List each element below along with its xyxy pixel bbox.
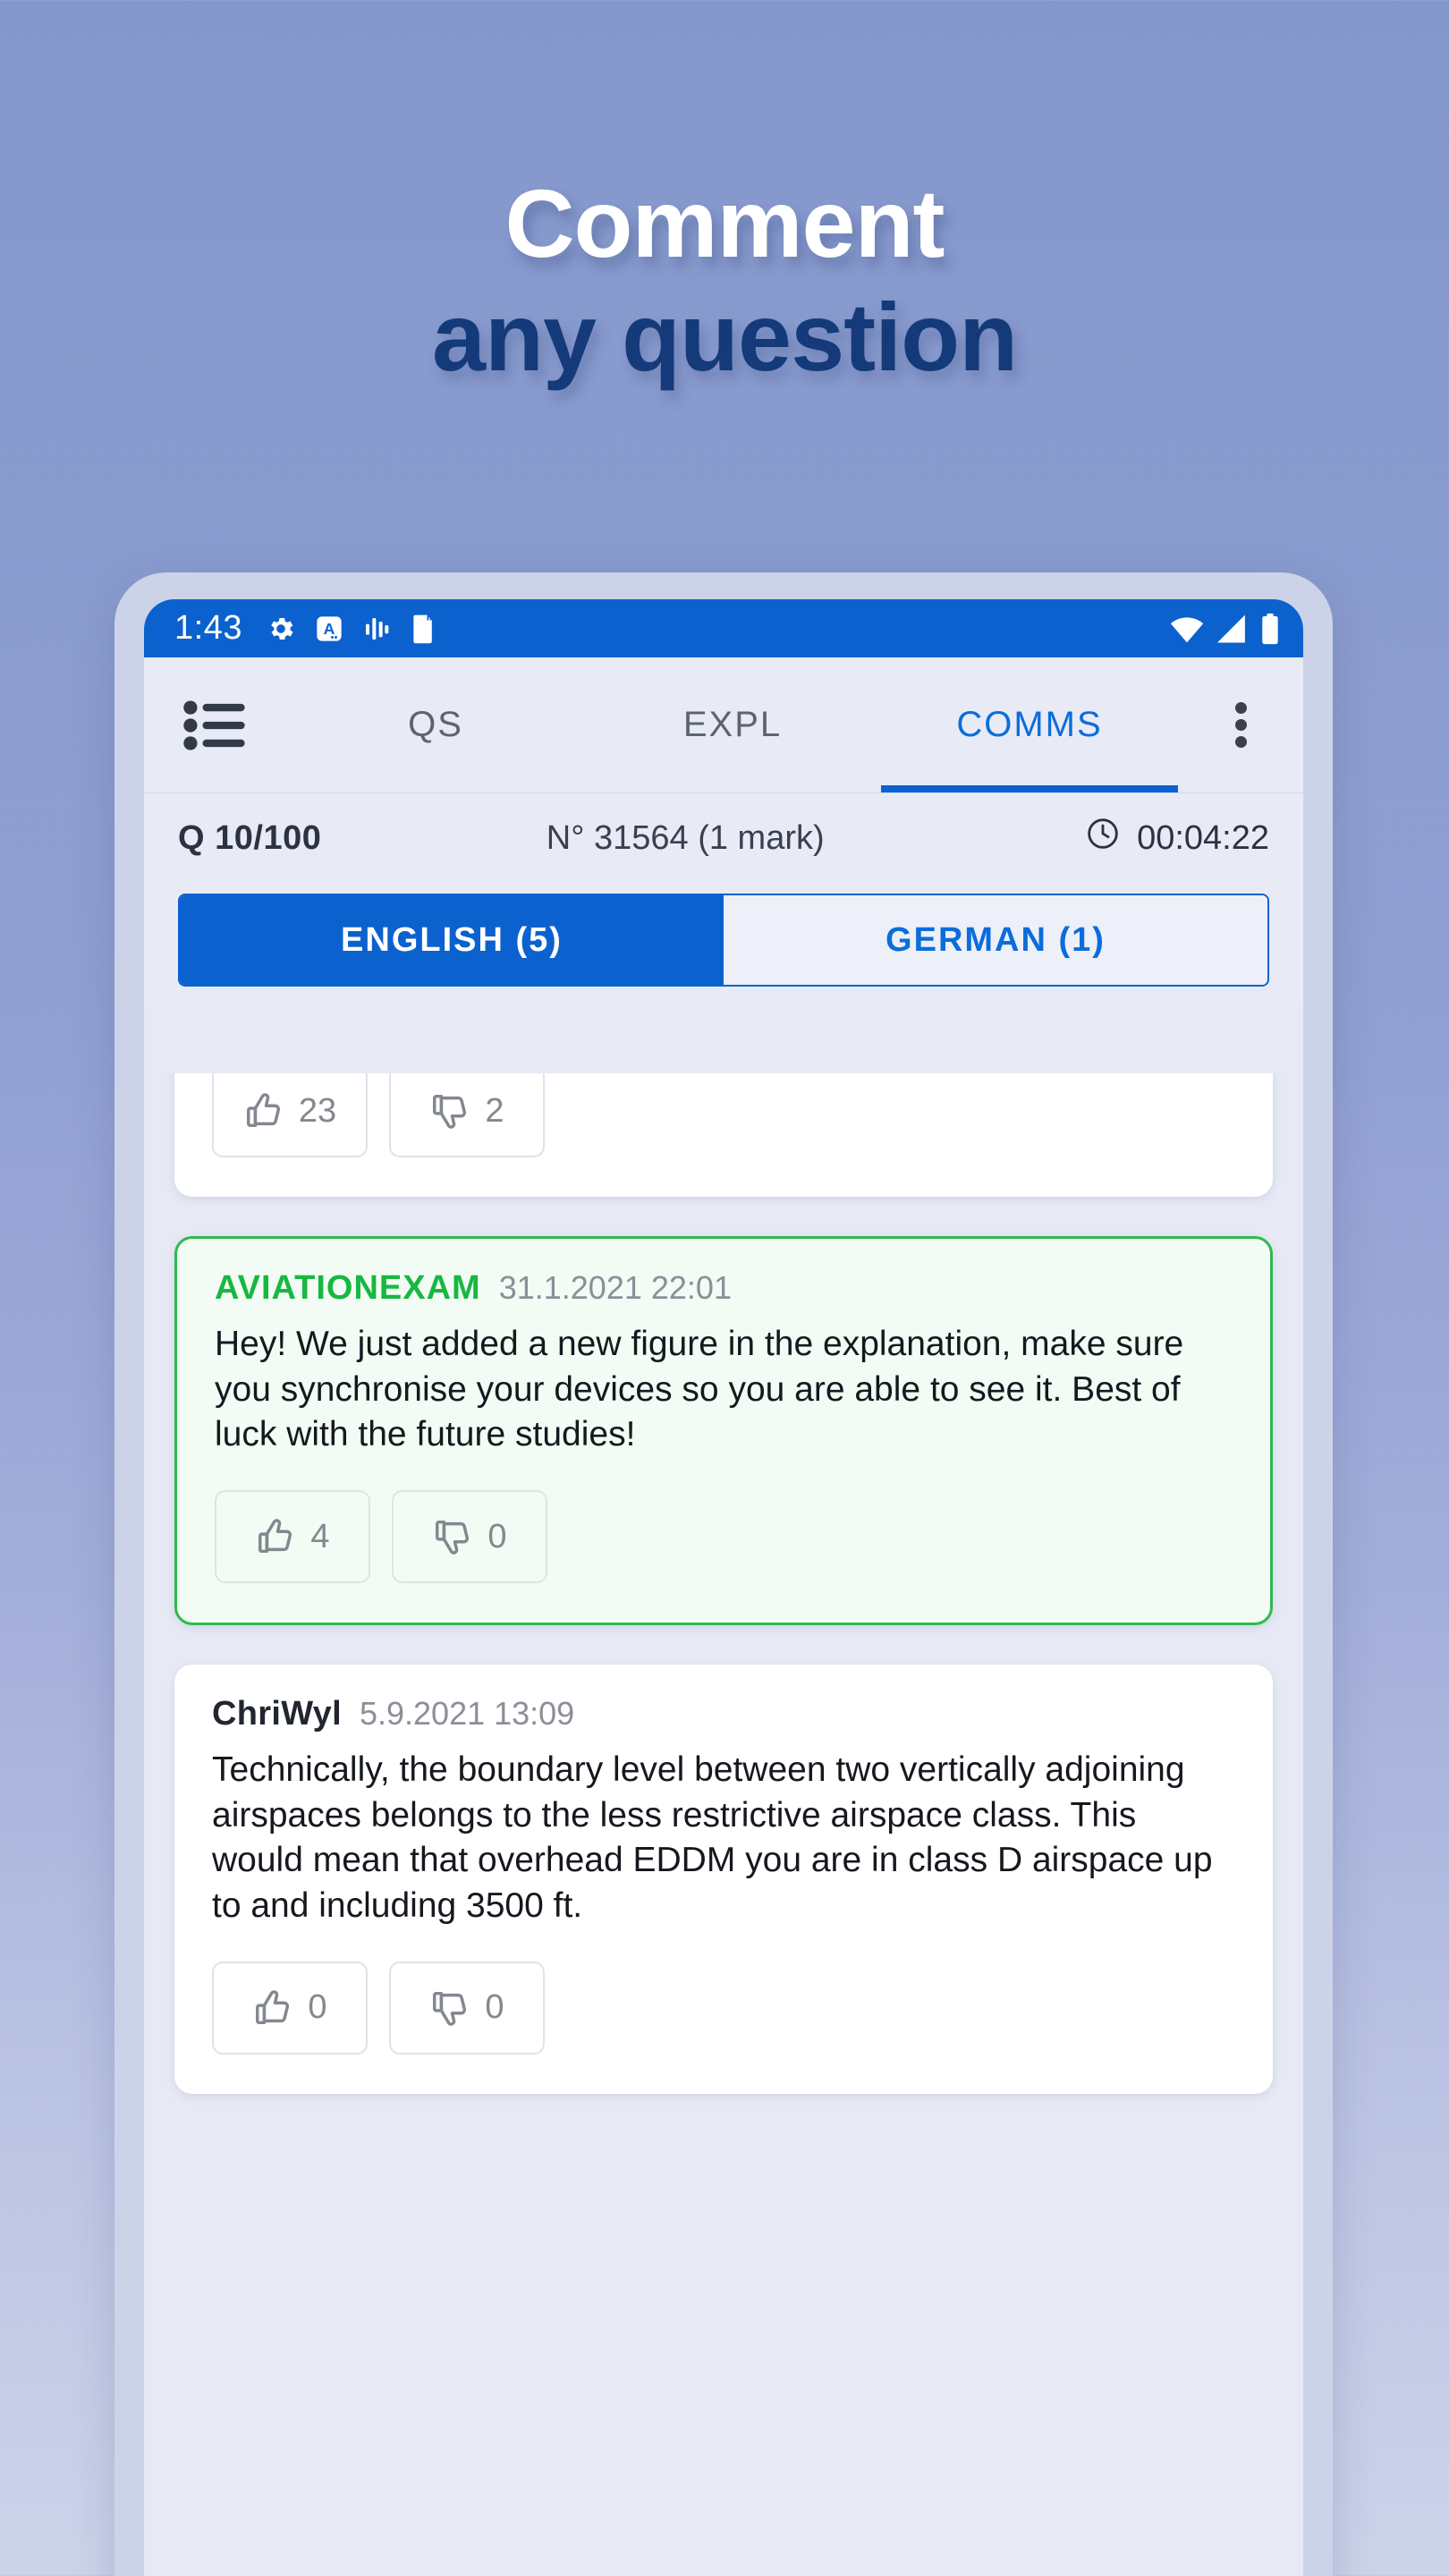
upvote-count: 0 (308, 1988, 327, 2027)
downvote-count: 0 (485, 1988, 504, 2027)
comment-date: 31.1.2021 22:01 (498, 1269, 732, 1306)
status-bar-clock: 1:43 (174, 609, 242, 647)
comment-card-clipped: (FL65) 23 (174, 1073, 1273, 1197)
tab-comms[interactable]: COMMS (881, 657, 1178, 792)
kebab-menu-icon[interactable] (1178, 697, 1303, 753)
comment-author: AVIATIONEXAM (215, 1269, 481, 1307)
comment-text: Technically, the boundary level between … (212, 1750, 1213, 1926)
timer-value: 00:04:22 (1137, 818, 1269, 857)
clock-icon (1085, 816, 1121, 860)
question-meta-row: Q 10/100 N° 31564 (1 mark) 00:04:22 (144, 793, 1303, 883)
headline-line-2: any question (431, 283, 1018, 392)
battery-icon (1260, 613, 1280, 645)
language-filter: ENGLISH (5) GERMAN (1) (144, 883, 1303, 1003)
thumbs-down-icon (429, 1090, 470, 1131)
timer: 00:04:22 (1085, 816, 1269, 860)
thumbs-up-icon (255, 1516, 296, 1557)
page-title: Comment any question (0, 166, 1449, 394)
headline-line-1: Comment (504, 169, 945, 277)
language-tab-english[interactable]: ENGLISH (5) (180, 895, 724, 985)
upvote-button[interactable]: 0 (212, 1961, 368, 2055)
gear-icon (266, 614, 296, 644)
question-counter: Q 10/100 (178, 818, 322, 857)
list-icon[interactable] (144, 699, 287, 751)
comment-date: 5.9.2021 13:09 (359, 1695, 575, 1733)
downvote-button[interactable]: 2 (389, 1073, 545, 1157)
phone-screen: 1:43 A QS EXPL COMMS Q 10/100 N° 31564 (… (144, 599, 1303, 2576)
downvote-button[interactable]: 0 (389, 1961, 545, 2055)
question-number: N° 31564 (1 mark) (546, 818, 825, 857)
downvote-count: 0 (487, 1517, 507, 1555)
thumbs-up-icon (252, 1987, 293, 2029)
thumbs-up-icon (243, 1090, 284, 1131)
thumbs-down-icon (429, 1987, 470, 2029)
upvote-count: 4 (310, 1517, 330, 1555)
thumbs-down-icon (432, 1516, 473, 1557)
svg-text:A: A (324, 620, 335, 638)
phone-mockup: 1:43 A QS EXPL COMMS Q 10/100 N° 31564 (… (114, 572, 1333, 2576)
signal-icon (1216, 614, 1250, 644)
tab-expl[interactable]: EXPL (584, 657, 881, 792)
comment-card-user: ChriWyl 5.9.2021 13:09 Technically, the … (174, 1665, 1273, 2094)
upvote-count: 23 (298, 1091, 337, 1130)
upvote-button[interactable]: 4 (215, 1490, 370, 1584)
comment-text: Hey! We just added a new figure in the e… (215, 1325, 1184, 1454)
comment-author: ChriWyl (212, 1695, 342, 1733)
downvote-button[interactable]: 0 (392, 1490, 547, 1584)
equalizer-icon (362, 614, 391, 644)
status-bar: 1:43 A (144, 599, 1303, 657)
sd-card-icon (411, 614, 436, 644)
upvote-button[interactable]: 23 (212, 1073, 368, 1157)
comment-list[interactable]: (FL65) 23 (144, 1073, 1303, 2576)
tab-bar: QS EXPL COMMS (144, 657, 1303, 793)
downvote-count: 2 (485, 1091, 504, 1130)
comment-card-official: AVIATIONEXAM 31.1.2021 22:01 Hey! We jus… (174, 1236, 1273, 1626)
text-prediction-a-icon: A (316, 614, 343, 644)
tab-qs[interactable]: QS (287, 657, 584, 792)
wifi-icon (1169, 614, 1205, 644)
language-tab-german[interactable]: GERMAN (1) (724, 895, 1267, 985)
